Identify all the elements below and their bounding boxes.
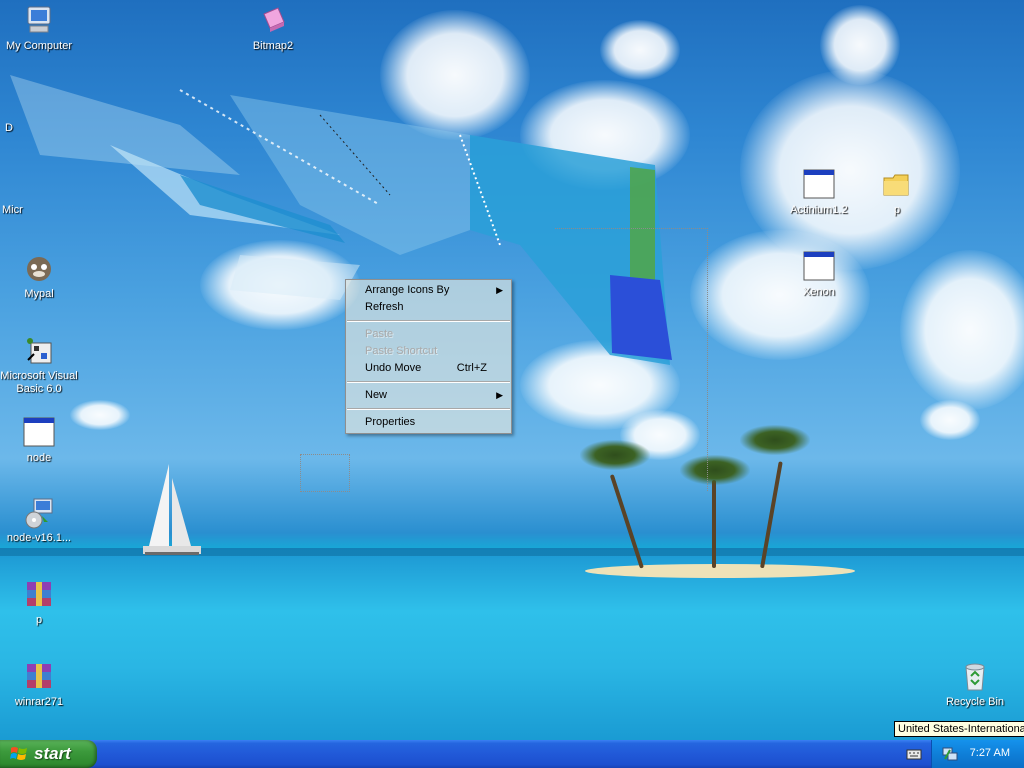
network-icon[interactable] (942, 746, 958, 762)
language-tooltip: United States-International (894, 721, 1024, 737)
winrar-archive-icon (27, 664, 51, 688)
drag-outline (300, 454, 350, 492)
desktop-icon-bitmap2[interactable]: Bitmap2 (228, 4, 318, 53)
menu-separator (347, 320, 510, 322)
menu-item-new[interactable]: New ▶ (346, 387, 511, 404)
menu-item-properties[interactable]: Properties (346, 414, 511, 431)
menu-separator (347, 381, 510, 383)
system-tray: 7:27 AM (931, 740, 1024, 768)
menu-separator (347, 408, 510, 410)
cloud (920, 400, 980, 440)
start-button[interactable]: start (0, 740, 97, 768)
menu-item-refresh[interactable]: Refresh (346, 299, 511, 316)
drag-outline (555, 228, 708, 491)
windows-flag-icon (10, 747, 27, 760)
shortcut-label: Ctrl+Z (456, 362, 487, 374)
desktop-icon-visual-basic[interactable]: Microsoft Visual Basic 6.0 (0, 334, 84, 396)
application-window-icon (23, 417, 55, 447)
cloud (820, 5, 900, 85)
cloud (900, 250, 1024, 410)
start-label: start (34, 744, 71, 763)
submenu-arrow-icon: ▶ (496, 390, 503, 400)
island-sand (585, 564, 855, 578)
desktop-icon-xenon[interactable]: Xenon (774, 250, 864, 299)
partial-label: Micr (2, 204, 23, 216)
desktop-icon-recycle-bin[interactable]: Recycle Bin (930, 660, 1020, 709)
my-computer-icon (27, 6, 51, 33)
menu-item-arrange-icons-by[interactable]: Arrange Icons By ▶ (346, 282, 511, 299)
sailboat (143, 464, 201, 555)
sea (0, 556, 1024, 740)
palm-trunk (712, 480, 716, 568)
desktop[interactable]: D Micr My Computer Mypal Microsoft Visua… (0, 0, 1024, 740)
desktop-icon-p-archive[interactable]: p (0, 578, 84, 627)
application-window-icon (803, 169, 835, 199)
palm-leaves (740, 425, 810, 455)
bitmap-icon (263, 7, 285, 32)
menu-item-undo-move[interactable]: Undo Move Ctrl+Z (346, 360, 511, 377)
desktop-context-menu: Arrange Icons By ▶ Refresh Paste Paste S… (345, 279, 512, 434)
winrar-archive-icon (27, 582, 51, 606)
taskbar: start 7:27 AM (0, 740, 1024, 768)
desktop-icon-p-folder[interactable]: p (852, 168, 942, 217)
clock[interactable]: 7:27 AM (970, 747, 1010, 759)
desktop-icon-node[interactable]: node (0, 416, 84, 465)
recycle-bin-icon (965, 663, 985, 691)
visual-basic-icon (27, 338, 52, 364)
submenu-arrow-icon: ▶ (496, 285, 503, 295)
desktop-icon-winrar271[interactable]: winrar271 (0, 660, 84, 709)
folder-icon (883, 174, 909, 196)
mypal-icon (27, 257, 51, 281)
partial-label: D (5, 122, 13, 134)
desktop-icon-my-computer[interactable]: My Computer (0, 4, 84, 53)
desktop-icon-actinium[interactable]: Actinium1.2 (774, 168, 864, 217)
desktop-icon-mypal[interactable]: Mypal (0, 252, 84, 301)
menu-item-paste: Paste (365, 328, 394, 340)
menu-item-paste-shortcut: Paste Shortcut (365, 345, 438, 357)
installer-icon (25, 498, 53, 529)
keyboard-icon[interactable] (906, 747, 922, 761)
desktop-icon-node-installer[interactable]: node-v16.1... (0, 496, 84, 545)
application-window-icon (803, 251, 835, 281)
